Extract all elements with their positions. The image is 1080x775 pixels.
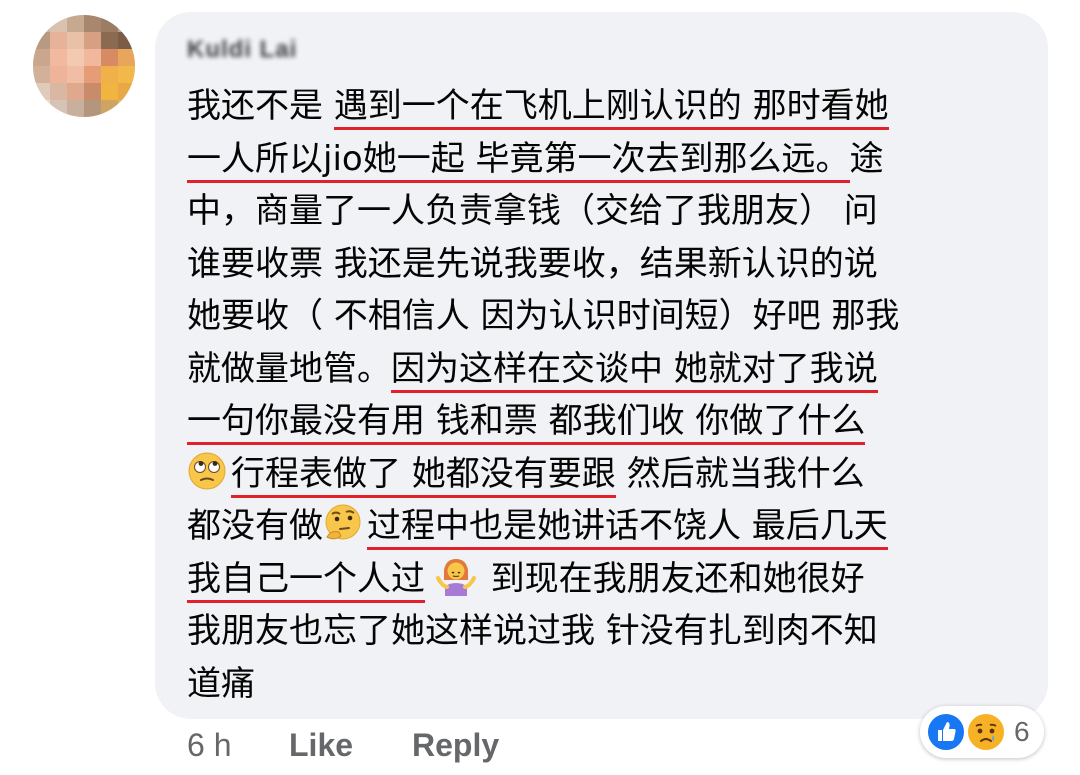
like-reaction-icon xyxy=(926,712,966,752)
comment-line: 我还不是 遇到一个在飞机上刚认识的 那时看她 xyxy=(187,80,1017,133)
comment-body: 我还不是 遇到一个在飞机上刚认识的 那时看她 一人所以jio她一起 毕竟第一次去… xyxy=(187,80,1017,710)
sad-reaction-icon xyxy=(966,712,1006,752)
avatar[interactable] xyxy=(33,15,135,117)
comment-text: 到现在我朋友还和她很好 xyxy=(479,558,865,599)
comment-text: 就做量地管。 xyxy=(187,348,391,389)
comment-line: 我自己一个人过 到现在我朋友还和她很好 xyxy=(187,553,1017,606)
comment-line: 谁要收票 我还是先说我要收，结果新认识的说 xyxy=(187,238,1017,291)
comment-text: 中，商量了一人负责拿钱（交给了我朋友） 问 xyxy=(187,191,878,231)
comment-text: 我朋友也忘了她这样说过我 针没有扎到肉不知 xyxy=(187,611,878,651)
comment-text: 谁要收票 我还是先说我要收，结果新认识的说 xyxy=(187,243,878,284)
comment-text-underlined: 行程表做了 她都没有要跟 xyxy=(231,453,616,498)
comment-line: 我朋友也忘了她这样说过我 针没有扎到肉不知 xyxy=(187,605,1017,658)
reaction-count: 6 xyxy=(1014,716,1030,747)
comment-text-underlined: 遇到一个在飞机上刚认识的 那时看她 xyxy=(333,86,889,130)
comment-line: 道痛 xyxy=(187,658,1017,711)
comment-line: 一人所以jio她一起 毕竟第一次去到那么远。途 xyxy=(187,133,1017,186)
comment-line: 就做量地管。因为这样在交谈中 她就对了我说 xyxy=(187,343,1017,396)
comment-line: 行程表做了 她都没有要跟 然后就当我什么 xyxy=(187,448,1017,501)
comment-text: 途 xyxy=(849,138,884,179)
comment-text: 然后就当我什么 xyxy=(615,453,865,494)
comment-author-name[interactable]: Kuldi Lai xyxy=(187,36,297,64)
comment-line: 都没有做 过程中也是她讲话不饶人 最后几天 xyxy=(187,500,1017,553)
comment-line: 一句你最没有用 钱和票 都我们收 你做了什么 xyxy=(187,395,1017,448)
comment-line: 她要收（ 不相信人 因为认识时间短）好吧 那我 xyxy=(187,290,1017,343)
comment-text: 她要收（ 不相信人 因为认识时间短）好吧 那我 xyxy=(187,296,900,336)
comment-text: 我还不是 xyxy=(187,86,334,126)
comment-text-underlined: 一句你最没有用 钱和票 都我们收 你做了什么 xyxy=(187,401,866,445)
thinking-face-icon xyxy=(325,504,361,540)
comment-line: 中，商量了一人负责拿钱（交给了我朋友） 问 xyxy=(187,185,1017,238)
face-with-rolling-eyes-icon xyxy=(188,452,226,489)
like-button[interactable]: Like xyxy=(289,727,353,764)
comment-text-underlined: 我自己一个人过 xyxy=(187,558,425,603)
comment-text-underlined: 过程中也是她讲话不饶人 最后几天 xyxy=(367,506,888,550)
comment-text-underlined: 因为这样在交谈中 她就对了我说 xyxy=(391,348,878,393)
comment-text: 都没有做 xyxy=(187,506,323,546)
reply-button[interactable]: Reply xyxy=(412,727,499,764)
comment-timestamp[interactable]: 6 h xyxy=(187,727,231,764)
woman-shrugging-icon xyxy=(435,558,476,596)
comment-text: 道痛 xyxy=(187,663,255,704)
comment-text-underlined: 一人所以jio她一起 毕竟第一次去到那么远。 xyxy=(187,138,850,183)
reactions-summary[interactable]: 6 xyxy=(920,706,1044,758)
